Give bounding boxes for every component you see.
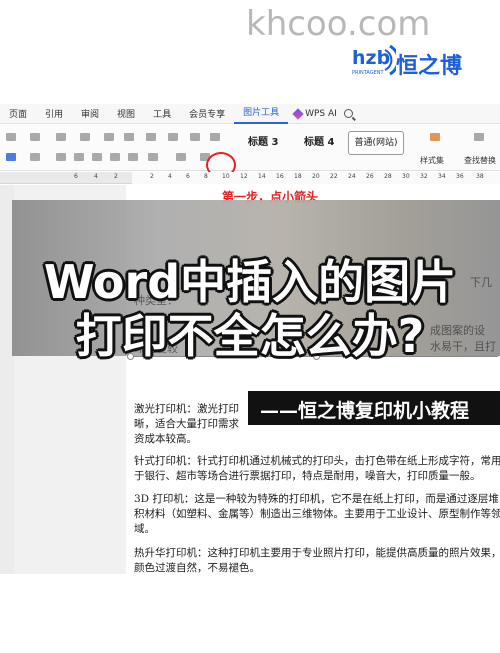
ruler-tick: 2 bbox=[150, 173, 154, 180]
ruler-tick: 18 bbox=[294, 173, 302, 180]
find-icon[interactable] bbox=[474, 133, 484, 141]
style-heading-4[interactable]: 标题 4 bbox=[296, 132, 342, 154]
ruler-tick: 4 bbox=[94, 173, 98, 180]
logo-name: 恒之博 bbox=[396, 54, 463, 79]
ruler-tick: 14 bbox=[258, 173, 266, 180]
watermark-text: khcoo.com bbox=[246, 4, 431, 44]
ruler-tick: 34 bbox=[438, 173, 446, 180]
align-left-icon[interactable] bbox=[56, 153, 66, 161]
number-list-icon[interactable] bbox=[80, 133, 90, 141]
paragraph-dye-sub: 热升华打印机：这种打印机主要用于专业照片打印，能提供高质量的照片效果， 颜色过渡… bbox=[134, 547, 500, 574]
ruler-tick: 6 bbox=[186, 173, 190, 180]
ruler-tick: 2 bbox=[114, 173, 118, 180]
font-icon[interactable] bbox=[6, 133, 16, 141]
indent-increase-icon[interactable] bbox=[124, 133, 134, 141]
justify-icon[interactable] bbox=[110, 153, 120, 161]
align-center-icon[interactable] bbox=[74, 153, 84, 161]
style-heading-3[interactable]: 标题 3 bbox=[240, 132, 286, 154]
chinese-layout-icon[interactable] bbox=[146, 133, 156, 141]
ruler-tick: 24 bbox=[348, 173, 356, 180]
ruler-tick: 4 bbox=[168, 173, 172, 180]
shading-icon[interactable] bbox=[176, 153, 186, 161]
style-set-label[interactable]: 样式集 bbox=[420, 155, 444, 166]
find-replace-label[interactable]: 查找替换 bbox=[464, 155, 496, 166]
menu-item-tools[interactable]: 工具 bbox=[144, 107, 180, 120]
wps-ai-label: WPS AI bbox=[305, 108, 337, 119]
eraser-icon[interactable] bbox=[30, 133, 40, 141]
search-icon[interactable] bbox=[343, 109, 353, 118]
tab-picture-tools[interactable]: 图片工具 bbox=[234, 104, 289, 124]
ruler-tick: 10 bbox=[222, 173, 230, 180]
table-border-icon[interactable] bbox=[210, 133, 220, 141]
ruler-tick: 6 bbox=[74, 173, 78, 180]
ruler-tick: 20 bbox=[312, 173, 320, 180]
style-normal-web[interactable]: 普通(网站) bbox=[348, 131, 404, 155]
show-marks-icon[interactable] bbox=[190, 133, 200, 141]
menu-item-review[interactable]: 审阅 bbox=[72, 107, 108, 120]
hzb-logo-icon: hzb PRINTAGENT bbox=[352, 44, 400, 76]
align-right-icon[interactable] bbox=[92, 153, 102, 161]
wps-ai-icon bbox=[292, 107, 304, 120]
ribbon-toolbar: 标题 3 标题 4 普通(网站) 样式集 查找替换 bbox=[0, 125, 500, 171]
ruler-tick: 30 bbox=[402, 173, 410, 180]
subtitle-text: ——恒之博复印机小教程 bbox=[260, 400, 470, 422]
style-set-icon[interactable] bbox=[430, 133, 440, 141]
ruler-tick: 12 bbox=[240, 173, 248, 180]
paragraph-dot-matrix: 针式打印机：针式打印机通过机械式的打印头，击打色带在纸上形成字符，常用 于银行、… bbox=[134, 455, 500, 482]
menu-item-view[interactable]: 视图 bbox=[108, 107, 144, 120]
distribute-icon[interactable] bbox=[128, 153, 138, 161]
indent-decrease-icon[interactable] bbox=[104, 133, 114, 141]
highlight-icon[interactable] bbox=[30, 153, 40, 161]
menu-item-member[interactable]: 会员专享 bbox=[180, 107, 234, 120]
logo-mark: hzb bbox=[352, 47, 390, 69]
ruler-tick: 26 bbox=[366, 173, 374, 180]
headline-line-2: 打印不全怎么办? bbox=[75, 309, 425, 363]
bullet-list-icon[interactable] bbox=[56, 133, 66, 141]
hzb-logo: hzb PRINTAGENT 恒之博 bbox=[352, 40, 492, 86]
ruler: 6 4 2 2 4 6 8 10 12 14 16 18 20 22 24 26… bbox=[0, 172, 500, 184]
ruler-tick: 8 bbox=[204, 173, 208, 180]
menu-item-reference[interactable]: 引用 bbox=[36, 107, 72, 120]
paragraph-3d: 3D 打印机：这是一种较为特殊的打印机，它不是在纸上打印，而是通过逐层堆 积材料… bbox=[134, 493, 500, 535]
ruler-tick: 36 bbox=[456, 173, 464, 180]
line-spacing-icon[interactable] bbox=[148, 153, 158, 161]
ruler-tick: 16 bbox=[276, 173, 284, 180]
menu-bar: 页面 引用 审阅 视图 工具 会员专享 图片工具 WPS AI bbox=[0, 104, 500, 124]
font-color-icon[interactable] bbox=[6, 153, 16, 161]
ruler-tick: 22 bbox=[330, 173, 338, 180]
menu-item-page[interactable]: 页面 bbox=[0, 107, 36, 120]
logo-tagline: PRINTAGENT bbox=[352, 70, 384, 76]
ruler-tick: 38 bbox=[476, 173, 484, 180]
sort-icon[interactable] bbox=[168, 133, 178, 141]
wps-ai-button[interactable]: WPS AI bbox=[288, 107, 359, 120]
ruler-tick: 32 bbox=[420, 173, 428, 180]
ruler-tick: 28 bbox=[384, 173, 392, 180]
